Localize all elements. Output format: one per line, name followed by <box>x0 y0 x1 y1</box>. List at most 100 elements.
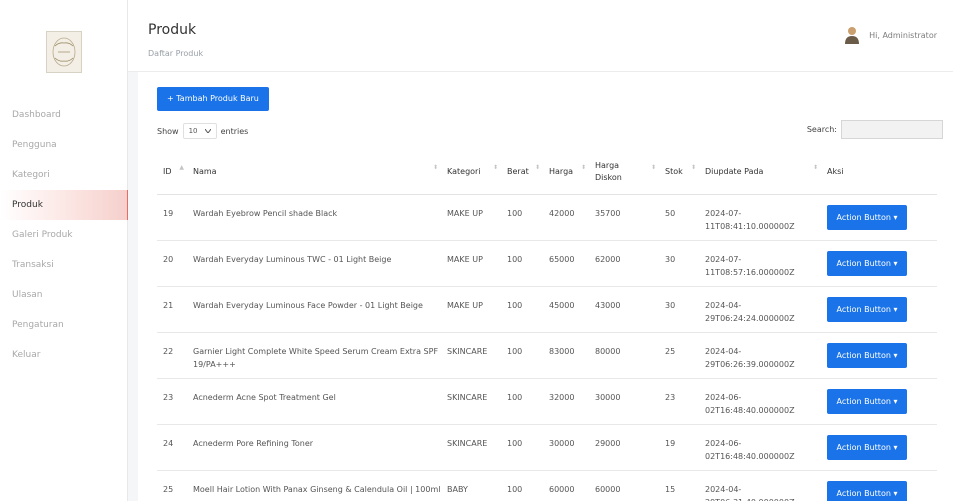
breadcrumb: Daftar Produk <box>148 49 204 58</box>
cell-stok: 19 <box>659 424 699 471</box>
cell-stok: 50 <box>659 194 699 241</box>
sidebar-item-pengaturan[interactable]: Pengaturan <box>0 310 128 340</box>
chevron-down-icon: ▾ <box>893 304 898 314</box>
action-button[interactable]: Action Button ▾ <box>827 204 907 230</box>
chevron-down-icon: ▾ <box>893 442 898 452</box>
col-header-harga-diskon[interactable]: Harga Diskon ⬍ <box>589 150 659 195</box>
sidebar: Dashboard Pengguna Kategori Produk Galer… <box>0 0 129 501</box>
cell-nama: Wardah Eyebrow Pencil shade Black <box>187 194 441 241</box>
sidebar-item-transaksi[interactable]: Transaksi <box>0 250 128 280</box>
cell-harga-diskon: 30000 <box>589 378 659 425</box>
chevron-down-icon: ▾ <box>893 396 898 406</box>
cell-aksi: Action Button ▾ <box>821 332 937 379</box>
sort-icon: ▲ <box>179 164 184 171</box>
chevron-down-icon: ▾ <box>893 212 898 222</box>
cell-stok: 15 <box>659 470 699 501</box>
cell-harga: 45000 <box>543 286 589 333</box>
action-button[interactable]: Action Button ▾ <box>827 296 907 322</box>
search-box: Search: <box>807 120 943 139</box>
cell-harga-diskon: 29000 <box>589 424 659 471</box>
cell-id: 21 <box>157 286 187 333</box>
cell-diupdate-pada: 2024-04-29T06:24:24.000000Z <box>699 286 821 333</box>
cell-harga: 30000 <box>543 424 589 471</box>
cell-diupdate-pada: 2024-07-11T08:41:10.000000Z <box>699 194 821 241</box>
content-card: + Tambah Produk Baru Show 10 entries Sea… <box>138 72 953 501</box>
col-header-nama[interactable]: Nama ⬍ <box>187 150 441 195</box>
action-button[interactable]: Action Button ▾ <box>827 250 907 276</box>
cell-id: 20 <box>157 240 187 287</box>
col-header-stok[interactable]: Stok ⬍ <box>659 150 699 195</box>
user-greeting: Hi, Administrator <box>869 30 937 40</box>
entries-value: 10 <box>188 127 198 135</box>
sidebar-item-pengguna[interactable]: Pengguna <box>0 130 128 160</box>
sort-icon: ⬍ <box>690 164 696 171</box>
cell-nama: Wardah Everyday Luminous TWC - 01 Light … <box>187 240 441 287</box>
avatar-icon <box>845 27 860 44</box>
col-header-id[interactable]: ID ▲ <box>157 150 187 195</box>
sort-icon: ⬍ <box>580 164 586 171</box>
sidebar-item-kategori[interactable]: Kategori <box>0 160 128 190</box>
cell-kategori: SKINCARE <box>441 424 501 471</box>
cell-kategori: MAKE UP <box>441 194 501 241</box>
action-button[interactable]: Action Button ▾ <box>827 388 907 414</box>
sort-icon: ⬍ <box>432 164 438 171</box>
show-entries: Show 10 entries <box>157 123 248 139</box>
cell-id: 23 <box>157 378 187 425</box>
cell-kategori: SKINCARE <box>441 332 501 379</box>
cell-harga-diskon: 60000 <box>589 470 659 501</box>
show-label: Show <box>157 126 179 136</box>
col-header-kategori[interactable]: Kategori ⬍ <box>441 150 501 195</box>
cell-diupdate-pada: 2024-06-02T16:48:40.000000Z <box>699 378 821 425</box>
col-header-diupdate-pada[interactable]: Diupdate Pada ⬍ <box>699 150 821 195</box>
entries-select[interactable]: 10 <box>182 123 217 139</box>
action-button-label: Action Button <box>836 488 891 498</box>
sidebar-item-galeri-produk[interactable]: Galeri Produk <box>0 220 128 250</box>
cell-harga: 42000 <box>543 194 589 241</box>
sidebar-item-keluar[interactable]: Keluar <box>0 340 128 370</box>
cell-berat: 100 <box>501 332 543 379</box>
main-area: Produk Daftar Produk Hi, Administrator +… <box>128 0 953 501</box>
cell-id: 19 <box>157 194 187 241</box>
cell-harga-diskon: 43000 <box>589 286 659 333</box>
chevron-down-icon: ▾ <box>893 488 898 498</box>
user-menu[interactable]: Hi, Administrator <box>844 25 937 45</box>
brand-logo[interactable] <box>46 31 82 73</box>
action-button-label: Action Button <box>836 350 891 360</box>
sidebar-item-dashboard[interactable]: Dashboard <box>0 100 128 130</box>
action-button-label: Action Button <box>836 304 891 314</box>
add-product-button[interactable]: + Tambah Produk Baru <box>157 87 269 111</box>
page-title: Produk <box>148 22 197 38</box>
sidebar-item-produk[interactable]: Produk <box>0 190 129 220</box>
col-header-berat[interactable]: Berat ⬍ <box>501 150 543 195</box>
cell-aksi: Action Button ▾ <box>821 286 937 333</box>
cell-stok: 30 <box>659 240 699 287</box>
cell-berat: 100 <box>501 424 543 471</box>
cell-diupdate-pada: 2024-06-02T16:48:40.000000Z <box>699 424 821 471</box>
cell-aksi: Action Button ▾ <box>821 470 937 501</box>
cell-diupdate-pada: 2024-04-29T06:26:39.000000Z <box>699 332 821 379</box>
cell-harga-diskon: 62000 <box>589 240 659 287</box>
action-button[interactable]: Action Button ▾ <box>827 342 907 368</box>
cell-nama: Acnederm Pore Refining Toner <box>187 424 441 471</box>
sort-icon: ⬍ <box>534 164 540 171</box>
search-input[interactable] <box>841 120 943 139</box>
action-button[interactable]: Action Button ▾ <box>827 480 907 501</box>
cell-harga-diskon: 35700 <box>589 194 659 241</box>
entries-label: entries <box>220 126 249 136</box>
table-header-row: ID ▲ Nama ⬍ Kategori ⬍ Berat ⬍ Harga ⬍ Harga … <box>157 150 937 195</box>
cell-harga: 83000 <box>543 332 589 379</box>
cell-aksi: Action Button ▾ <box>821 378 937 425</box>
table-body: 19 Wardah Eyebrow Pencil shade Black MAK… <box>157 194 937 501</box>
cell-id: 24 <box>157 424 187 471</box>
chevron-down-icon <box>204 129 211 133</box>
col-header-harga[interactable]: Harga ⬍ <box>543 150 589 195</box>
action-button-label: Action Button <box>836 442 891 452</box>
sidebar-item-ulasan[interactable]: Ulasan <box>0 280 128 310</box>
cell-id: 25 <box>157 470 187 501</box>
table-row: 22 Garnier Light Complete White Speed Se… <box>157 332 937 379</box>
action-button[interactable]: Action Button ▾ <box>827 434 907 460</box>
chevron-down-icon: ▾ <box>893 258 898 268</box>
table-row: 23 Acnederm Acne Spot Treatment Gel SKIN… <box>157 378 937 425</box>
sidebar-nav: Dashboard Pengguna Kategori Produk Galer… <box>0 100 129 370</box>
cell-nama: Moell Hair Lotion With Panax Ginseng & C… <box>187 470 441 501</box>
